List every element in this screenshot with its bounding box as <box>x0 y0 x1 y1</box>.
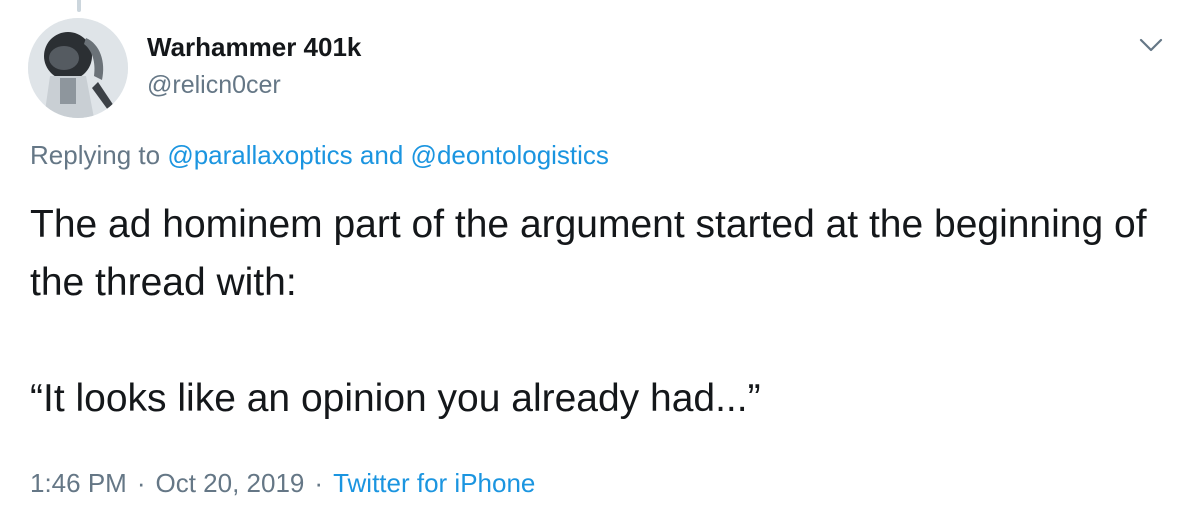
mention-conjunction: and <box>359 140 404 170</box>
tweet-text: The ad hominem part of the argument star… <box>30 196 1160 428</box>
tweet-date[interactable]: Oct 20, 2019 <box>156 468 305 498</box>
author-display-name[interactable]: Warhammer 401k <box>147 30 361 64</box>
avatar-image <box>28 18 128 118</box>
tweet-time[interactable]: 1:46 PM <box>30 468 127 498</box>
tweet-text-paragraph-2: “It looks like an opinion you already ha… <box>30 377 761 420</box>
author-handle[interactable]: @relicn0cer <box>147 68 361 102</box>
meta-separator: · <box>314 468 324 498</box>
mention-link-deontologistics[interactable]: @deontologistics <box>411 140 609 170</box>
tweet-meta: 1:46 PM · Oct 20, 2019 · Twitter for iPhone <box>30 466 535 500</box>
meta-separator: · <box>136 468 146 498</box>
tweet-text-paragraph-1: The ad hominem part of the argument star… <box>30 203 1147 304</box>
chevron-down-icon[interactable] <box>1138 36 1164 54</box>
thread-connector-line <box>77 0 81 12</box>
replying-to-label: Replying to <box>30 140 161 170</box>
tweet-author: Warhammer 401k @relicn0cer <box>147 30 361 102</box>
avatar[interactable] <box>28 18 128 118</box>
mention-link-parallaxoptics[interactable]: @parallaxoptics <box>167 140 352 170</box>
replying-to-line: Replying to @parallaxoptics and @deontol… <box>30 138 609 172</box>
tweet-source-link[interactable]: Twitter for iPhone <box>333 468 535 498</box>
